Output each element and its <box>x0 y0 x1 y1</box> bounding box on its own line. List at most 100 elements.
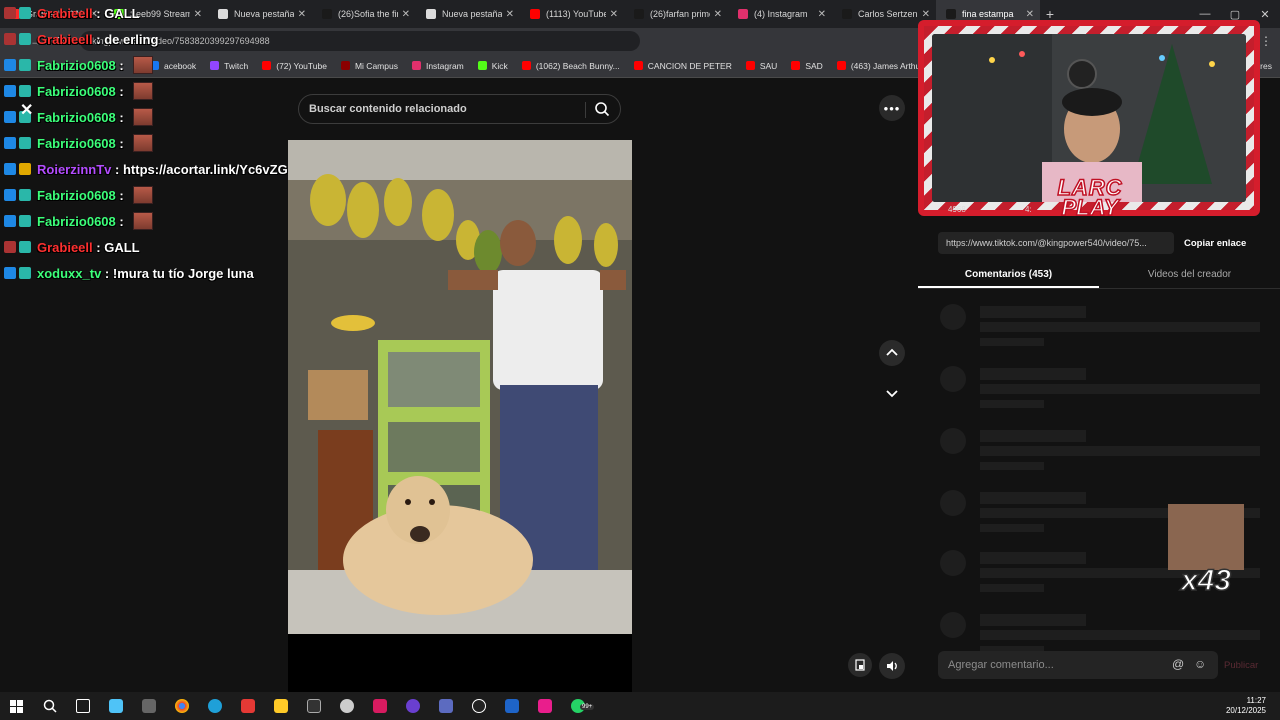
clock-time: 11:27 <box>1246 696 1266 705</box>
task-view-icon <box>75 699 90 713</box>
chrome-app[interactable] <box>165 692 198 720</box>
chat-separator: : <box>92 5 105 21</box>
app-pinned-4[interactable] <box>330 692 363 720</box>
bookmark-item[interactable]: Kick <box>477 61 508 71</box>
clock-app-icon <box>471 699 486 713</box>
tab-favicon-icon <box>738 9 748 19</box>
start-button[interactable] <box>0 692 33 720</box>
chat-username[interactable]: Grabieell <box>37 240 93 255</box>
app-pinned-2[interactable] <box>231 692 264 720</box>
chat-emote-image <box>133 82 154 100</box>
comment-count: 4: <box>1025 205 1032 214</box>
bird-icon <box>339 699 354 713</box>
calculator-app[interactable] <box>429 692 462 720</box>
chat-badge-icon <box>4 267 16 279</box>
search-icon <box>43 699 57 713</box>
app-pinned-3[interactable] <box>297 692 330 720</box>
chat-emote-image <box>133 212 154 230</box>
chat-badge-icon <box>19 267 31 279</box>
close-window-icon[interactable]: ✕ <box>1250 8 1280 21</box>
video-player[interactable] <box>288 140 632 692</box>
browser-tab[interactable]: (1113) YouTube ✕ <box>520 0 624 28</box>
volume-button[interactable] <box>879 653 905 679</box>
browser-tab[interactable]: (26)farfan prime / ✕ <box>624 0 728 28</box>
stream-chat-overlay: Grabieell : GALL Grabieell : de erling Fab… <box>0 0 290 300</box>
chat-message: RoierzinnTv : https://acortar.link/Yc6vZ… <box>4 158 288 180</box>
search-icon[interactable] <box>594 101 610 117</box>
tab-close-icon[interactable]: ✕ <box>506 9 514 20</box>
bookmark-label: Instagram <box>425 60 464 71</box>
emoji-icon[interactable]: ☺ <box>1194 657 1210 673</box>
app-pinned-5[interactable] <box>363 692 396 720</box>
chat-username[interactable]: xoduxx_tv <box>37 266 101 281</box>
minimize-icon[interactable]: — <box>1190 8 1220 20</box>
chat-username[interactable]: Fabrizio0608 <box>37 136 116 151</box>
maximize-icon[interactable]: ▢ <box>1220 8 1250 21</box>
tab-close-icon[interactable]: ✕ <box>714 9 722 20</box>
app-pinned-8[interactable] <box>528 692 561 720</box>
browser-tab[interactable]: (26)Sofia the first ✕ <box>312 0 416 28</box>
bookmark-item[interactable]: (1062) Beach Bunny... <box>521 60 620 71</box>
chat-username[interactable]: Fabrizio0608 <box>37 84 116 99</box>
chat-username[interactable]: Grabieell <box>37 6 93 21</box>
chat-username[interactable]: Fabrizio0608 <box>37 58 116 73</box>
picture-in-picture-button[interactable] <box>848 653 872 677</box>
tab-favicon-icon <box>946 9 956 19</box>
bookmark-item[interactable]: CANCION DE PETER <box>633 61 732 71</box>
publish-button[interactable]: Publicar <box>1224 660 1258 671</box>
word-app[interactable] <box>495 692 528 720</box>
close-icon[interactable]: ✕ <box>20 100 33 120</box>
store-app[interactable] <box>99 692 132 720</box>
tab-creator-videos[interactable]: Videos del creador <box>1099 261 1280 288</box>
bookmark-label: Mi Campus <box>354 60 398 71</box>
tab-close-icon[interactable]: ✕ <box>298 9 306 20</box>
pip-icon <box>855 659 865 671</box>
whatsapp-app[interactable]: 99+ <box>561 692 595 720</box>
tab-comments[interactable]: Comentarios (453) <box>918 261 1099 288</box>
browser-menu-icon[interactable]: ⋮ <box>1260 34 1272 48</box>
bookmark-favicon-icon <box>477 61 487 70</box>
copy-link-button[interactable]: Copiar enlace <box>1184 238 1246 249</box>
chat-separator: : <box>115 187 128 203</box>
bookmark-item[interactable]: Mi Campus <box>340 60 398 71</box>
browser-tab[interactable]: Nueva pestaña ✕ <box>416 0 520 28</box>
mention-icon[interactable]: @ <box>1172 657 1188 673</box>
tab-close-icon[interactable]: ✕ <box>610 9 618 20</box>
tab-close-icon[interactable]: ✕ <box>1026 9 1034 20</box>
chat-username[interactable]: Fabrizio0608 <box>37 110 116 125</box>
tab-close-icon[interactable]: ✕ <box>402 9 410 20</box>
chat-username[interactable]: RoierzinnTv <box>37 162 111 177</box>
skeleton-line <box>980 584 1044 592</box>
system-clock[interactable]: 11:27 20/12/2025 <box>1226 696 1266 716</box>
comment-input[interactable]: Agregar comentario... @ ☺ <box>938 651 1218 679</box>
next-video-button[interactable] <box>879 380 905 406</box>
related-search-input[interactable]: Buscar contenido relacionado <box>298 94 621 124</box>
chat-username[interactable]: Fabrizio0608 <box>37 214 116 229</box>
chat-username[interactable]: Grabieell <box>37 32 93 47</box>
tab-close-icon[interactable]: ✕ <box>922 9 930 20</box>
bookmark-favicon-icon <box>521 61 531 70</box>
search-taskbar-button[interactable] <box>33 692 66 720</box>
chat-message: Fabrizio0608 : <box>4 80 154 102</box>
app-pinned-6[interactable] <box>396 692 429 720</box>
task-view-button[interactable] <box>66 692 99 720</box>
previous-video-button[interactable] <box>879 340 905 366</box>
more-options-button[interactable]: ••• <box>879 95 905 121</box>
bookmark-item[interactable]: Instagram <box>411 60 464 71</box>
skeleton-line <box>980 462 1044 470</box>
browser-tab[interactable]: (4) Instagram ✕ <box>728 0 832 28</box>
share-link-field[interactable]: https://www.tiktok.com/@kingpower540/vid… <box>938 232 1174 254</box>
edge-app[interactable] <box>198 692 231 720</box>
larc-play-logo: LARC PLAY <box>1020 174 1160 235</box>
bookmark-label: (1062) Beach Bunny... <box>535 60 620 71</box>
chat-emote-image <box>133 56 154 74</box>
explorer-app[interactable] <box>264 692 297 720</box>
tab-close-icon[interactable]: ✕ <box>818 9 826 20</box>
chat-separator: : <box>111 161 123 177</box>
bookmark-item[interactable]: SAD <box>791 61 823 71</box>
app-pinned-1[interactable] <box>132 692 165 720</box>
chat-username[interactable]: Fabrizio0608 <box>37 188 116 203</box>
app-pinned-7[interactable] <box>462 692 495 720</box>
panel-tabs: Comentarios (453) Videos del creador <box>918 261 1280 289</box>
bookmark-item[interactable]: SAU <box>745 61 777 71</box>
